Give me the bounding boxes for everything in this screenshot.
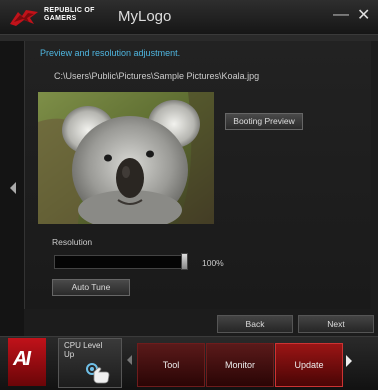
pointing-hand-icon [86,363,110,384]
title-bar: REPUBLIC OF GAMERS MyLogo — ✕ [0,0,378,35]
resolution-slider-thumb[interactable] [181,253,188,270]
tabs-next-icon[interactable] [346,355,352,367]
cpu-level-up-label: CPU Level Up [64,341,103,359]
koala-preview-image [38,92,214,224]
tab-update[interactable]: Update [275,343,343,387]
auto-tune-button[interactable]: Auto Tune [52,279,130,296]
tab-tool[interactable]: Tool [137,343,205,387]
rog-brand-text: REPUBLIC OF GAMERS [44,7,95,23]
resolution-label: Resolution [52,237,93,247]
back-button[interactable]: Back [217,315,293,333]
app-title: MyLogo [118,8,172,25]
mylogo-window: REPUBLIC OF GAMERS MyLogo — ✕ Preview an… [0,0,378,390]
brand-line-1: REPUBLIC OF [44,7,95,14]
next-button[interactable]: Next [298,315,374,333]
close-button[interactable]: ✕ [357,5,370,25]
rog-logo-icon [10,10,38,26]
section-heading: Preview and resolution adjustment. [40,48,181,58]
booting-preview-button[interactable]: Booting Preview [225,113,303,130]
file-path: C:\Users\Public\Pictures\Sample Pictures… [54,71,260,81]
collapse-left-icon[interactable] [10,182,16,194]
minimize-button[interactable]: — [333,6,349,24]
tab-monitor[interactable]: Monitor [206,343,274,387]
resolution-value: 100% [202,258,224,268]
ai-logo-text: AI [13,348,31,370]
brand-line-2: GAMERS [44,15,77,22]
tabs-prev-icon[interactable] [127,355,132,365]
resolution-slider-track[interactable] [54,255,188,269]
